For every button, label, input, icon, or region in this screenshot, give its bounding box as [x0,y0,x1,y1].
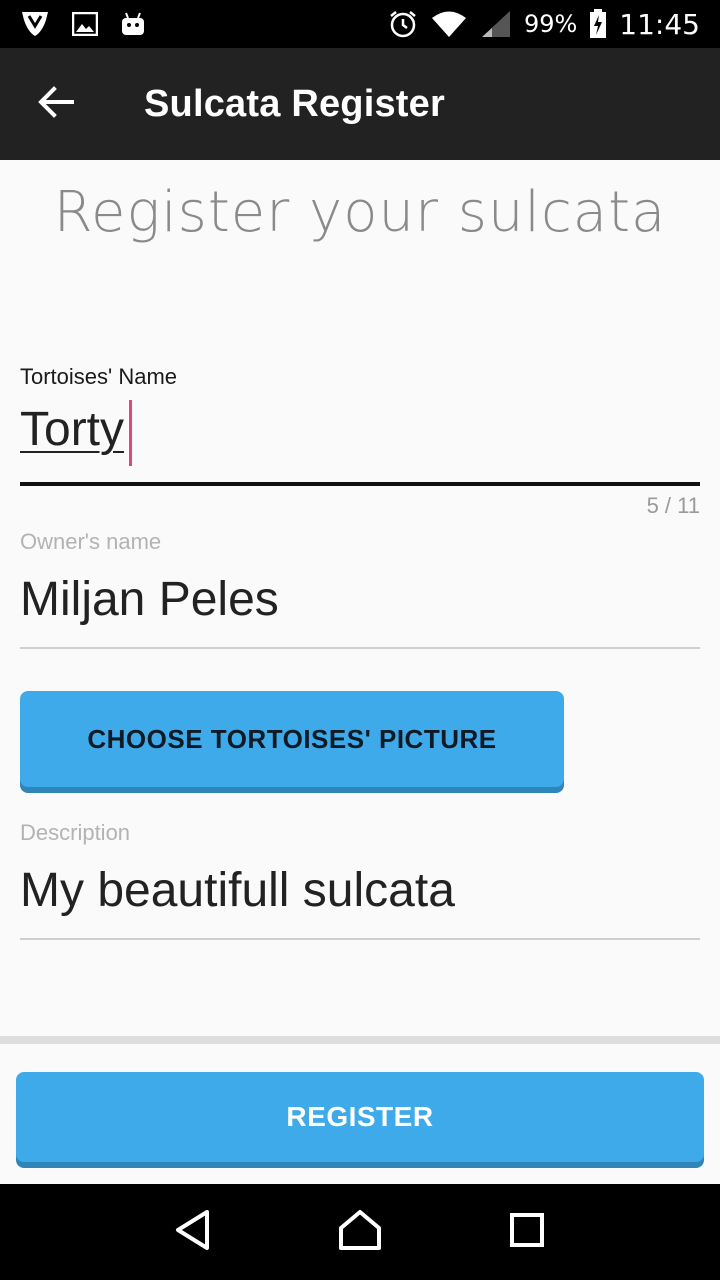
footer-divider [0,1036,720,1044]
description-input[interactable]: My beautifull sulcata [20,856,700,926]
signal-icon [480,9,512,39]
tortoise-name-label: Tortoises' Name [20,364,178,389]
description-label: Description [20,820,131,845]
nav-home-button[interactable] [320,1192,400,1272]
image-icon [72,12,98,36]
nav-back-button[interactable] [153,1192,233,1272]
app-bar: Sulcata Register [0,48,720,160]
battery-charging-icon [589,9,607,39]
status-right-icons: 99% 11:45 [388,8,700,41]
text-cursor [129,400,132,466]
tortoise-name-input[interactable]: Torty [20,402,124,472]
owner-name-underline [20,647,700,649]
wifi-icon [430,9,468,39]
square-recents-icon [509,1212,545,1252]
owner-name-label: Owner's name [20,529,162,554]
footer: REGISTER [0,1044,720,1184]
shield-icon [20,10,50,38]
choose-picture-button[interactable]: CHOOSE TORTOISES' PICTURE [20,691,564,787]
register-form: Register your sulcata Tortoises' Name To… [0,160,720,1036]
back-button[interactable] [0,48,112,160]
register-button[interactable]: REGISTER [16,1072,704,1162]
status-left-icons [20,10,146,38]
char-counter: 5 / 11 [646,493,700,518]
tortoise-name-underline [20,482,700,486]
battery-percent: 99% [523,10,578,38]
arrow-left-icon [38,86,74,122]
status-bar: 99% 11:45 [0,0,720,48]
page-heading: Register your sulcata [53,180,667,245]
app-title: Sulcata Register [144,82,445,125]
alarm-icon [388,9,418,39]
owner-name-input[interactable]: Miljan Peles [20,565,700,635]
status-time: 11:45 [619,7,700,41]
home-icon [338,1209,382,1255]
android-icon [120,11,146,37]
system-nav-bar [0,1184,720,1280]
triangle-back-icon [173,1209,213,1255]
nav-recents-button[interactable] [487,1192,567,1272]
description-underline [20,938,700,940]
